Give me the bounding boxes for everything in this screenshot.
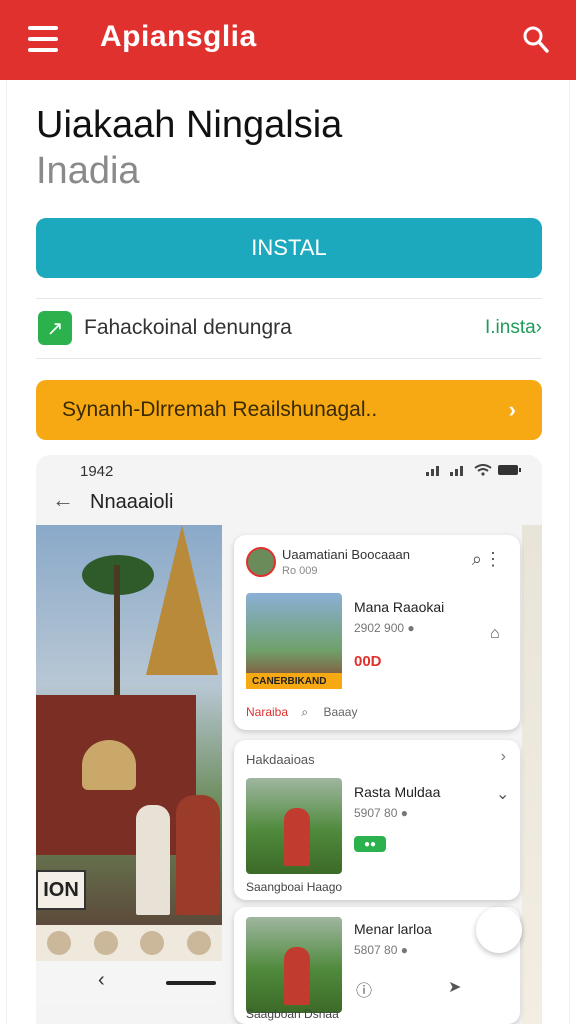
app-bar: Apiansglia xyxy=(0,0,576,80)
home-indicator xyxy=(166,981,216,985)
item-thumbnail[interactable] xyxy=(246,917,342,1013)
app-icon: ↗ xyxy=(38,311,72,345)
item-meta: 2902 900 ● xyxy=(354,621,415,635)
install-button[interactable]: INSTAL xyxy=(36,218,542,278)
item-thumbnail[interactable]: CANERBIKAND xyxy=(246,593,342,689)
app-title: Apiansglia xyxy=(100,20,257,53)
item-title: Menar larloa xyxy=(354,921,432,937)
search-icon[interactable] xyxy=(522,24,550,54)
card-sub: Ro 009 xyxy=(282,565,318,577)
info-row[interactable]: ↗ Fahackoinal denungra I.insta› xyxy=(36,300,542,356)
scene-tab-bar xyxy=(36,925,222,961)
person-figure xyxy=(136,805,170,915)
preview-title: Nnaaaioli xyxy=(90,491,174,513)
status-time: 1942 xyxy=(80,463,114,480)
temple-roof xyxy=(146,525,218,675)
promo-text: Synanh-Dlrremah Reailshunagal.. xyxy=(62,398,378,421)
signal-icon xyxy=(426,466,439,476)
divider xyxy=(36,298,542,299)
footer-action[interactable]: Baaay xyxy=(323,705,357,719)
battery-icon xyxy=(498,465,521,475)
thumbnail-tag: CANERBIKAND xyxy=(246,673,342,689)
tab-icon[interactable] xyxy=(140,931,165,955)
screenshot-preview[interactable]: 1942 ← Nnaaaioli ION ‹ Uaamatiani Boocaa… xyxy=(36,455,542,1024)
menu-icon[interactable] xyxy=(28,26,58,52)
card-bottom-label: Saagboan Dsnaa xyxy=(246,1007,339,1021)
back-chevron-icon[interactable]: ‹ xyxy=(98,969,105,992)
wifi-icon xyxy=(474,464,492,476)
section-label: Hakdaaioas xyxy=(246,752,315,767)
divider xyxy=(36,358,542,359)
info-text: Fahackoinal denungra xyxy=(84,316,292,339)
card-name: Uaamatiani Boocaaan xyxy=(282,547,410,562)
install-link[interactable]: I.insta› xyxy=(485,317,542,339)
item-price: 00D xyxy=(354,653,382,670)
chevron-right-icon: › xyxy=(508,397,516,422)
back-arrow-icon[interactable]: ← xyxy=(52,487,74,513)
send-icon[interactable]: ➤ xyxy=(448,977,461,997)
share-icon[interactable]: ⌂ xyxy=(490,625,500,643)
promo-banner[interactable]: Synanh-Dlrremah Reailshunagal.. › xyxy=(36,380,542,440)
status-bar: 1942 xyxy=(36,455,542,485)
item-thumbnail[interactable] xyxy=(246,778,342,874)
chat-icon[interactable]: ⌕ xyxy=(301,705,308,719)
person-figure xyxy=(176,795,220,915)
preview-navbar: ← Nnaaaioli xyxy=(36,485,542,525)
floating-button[interactable] xyxy=(476,907,522,953)
side-strip xyxy=(522,525,542,1024)
item-meta: 5907 80 ● xyxy=(354,806,408,820)
page-title: Uiakaah Ningalsia xyxy=(36,104,343,146)
page-subtitle: Inadia xyxy=(36,150,140,192)
temple-dome xyxy=(82,740,136,790)
person-figure xyxy=(284,808,310,866)
card-header: Uaamatiani Boocaaan Ro 009 ⌕ ⋮ xyxy=(246,545,508,585)
search-icon[interactable]: ⌕ xyxy=(472,549,482,570)
status-icons xyxy=(426,464,522,476)
scene-sign: ION xyxy=(36,870,86,910)
footer-label: Naraiba xyxy=(246,705,289,719)
card-bottom-label: Saangboai Haago xyxy=(246,880,343,894)
avatar xyxy=(246,547,276,577)
signal-icon xyxy=(450,466,463,476)
chevron-right-icon[interactable]: › xyxy=(501,748,506,766)
feed-card[interactable]: Hakdaaioas › Rasta Muldaa 5907 80 ● ●● ⌄… xyxy=(234,740,520,900)
item-title: Rasta Muldaa xyxy=(354,784,441,800)
more-icon[interactable]: ⋮ xyxy=(484,549,502,570)
tab-icon[interactable] xyxy=(93,931,118,955)
chevron-down-icon[interactable]: ⌄ xyxy=(496,784,509,804)
item-chip: ●● xyxy=(354,836,386,852)
item-meta: 5807 80 ● xyxy=(354,943,408,957)
temple-photo: ION xyxy=(36,525,222,925)
item-title: Mana Raaokai xyxy=(354,599,445,615)
card-footer: Naraiba ⌕ Baaay xyxy=(246,705,508,725)
tab-icon[interactable] xyxy=(186,931,211,955)
info-icon[interactable]: ⓘ xyxy=(356,977,372,1001)
tab-icon[interactable] xyxy=(47,931,72,955)
person-figure xyxy=(284,947,310,1005)
scene-nav-bar: ‹ xyxy=(36,961,222,1005)
feed-card[interactable]: Uaamatiani Boocaaan Ro 009 ⌕ ⋮ CANERBIKA… xyxy=(234,535,520,730)
